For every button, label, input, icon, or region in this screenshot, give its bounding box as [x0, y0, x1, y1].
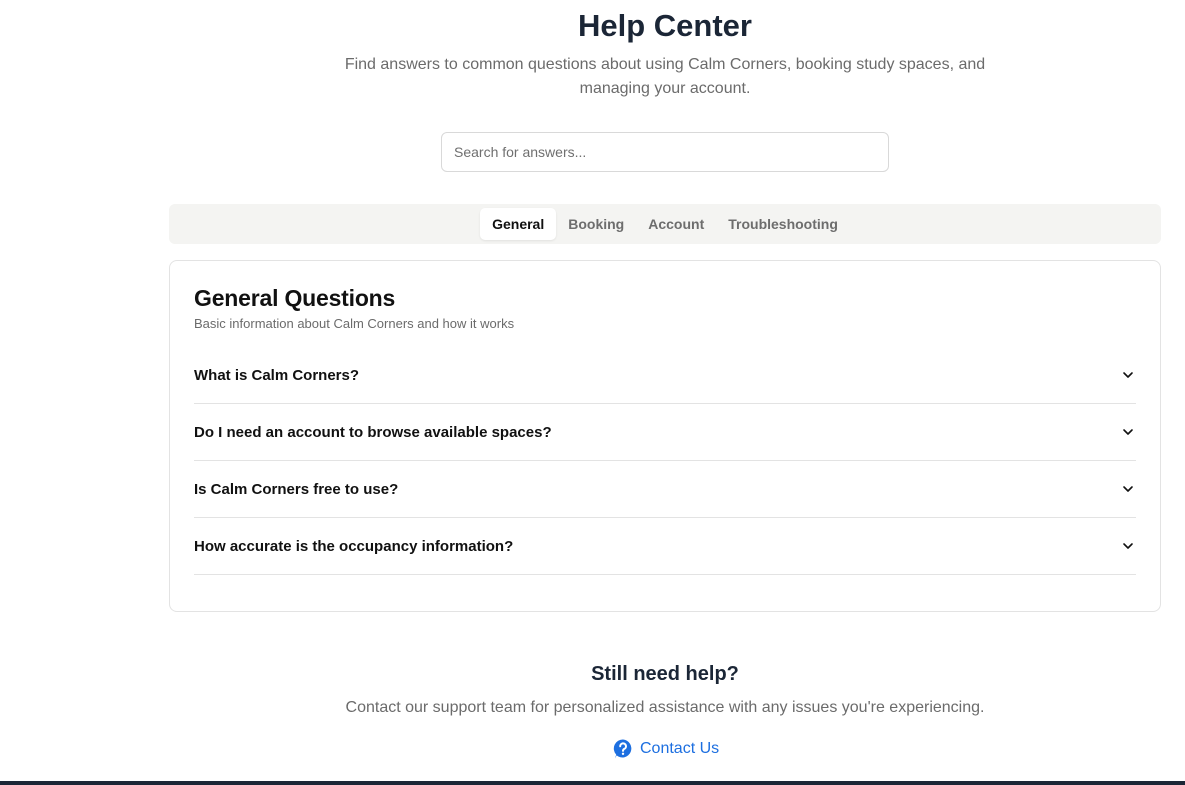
- chevron-down-icon[interactable]: [1120, 481, 1136, 497]
- page-title: Help Center: [578, 8, 752, 43]
- contact-us-link[interactable]: Contact Us: [612, 737, 719, 761]
- tab-general[interactable]: General: [480, 208, 557, 240]
- faq-item-need-account[interactable]: Do I need an account to browse available…: [194, 404, 1136, 461]
- help-circle-icon: [612, 738, 634, 760]
- tab-account[interactable]: Account: [636, 208, 716, 240]
- still-need-help-description: Contact our support team for personalize…: [345, 699, 985, 716]
- faq-question: How accurate is the occupancy informatio…: [194, 537, 514, 555]
- bottom-border: [0, 781, 1185, 785]
- search-input[interactable]: [454, 144, 876, 160]
- help-center-page: Help Center Find answers to common quest…: [0, 0, 1185, 785]
- faq-card: General Questions Basic information abou…: [169, 260, 1161, 612]
- faq-list: What is Calm Corners? Do I need an accou…: [194, 347, 1136, 575]
- section-title: General Questions: [194, 285, 396, 311]
- section-description: Basic information about Calm Corners and…: [194, 316, 515, 331]
- faq-question: Do I need an account to browse available…: [194, 423, 552, 441]
- still-need-help-title: Still need help?: [591, 663, 739, 685]
- faq-item-free-to-use[interactable]: Is Calm Corners free to use?: [194, 461, 1136, 518]
- faq-question: What is Calm Corners?: [194, 366, 360, 384]
- chevron-down-icon[interactable]: [1120, 367, 1136, 383]
- chevron-down-icon[interactable]: [1120, 424, 1136, 440]
- tab-booking[interactable]: Booking: [556, 208, 636, 240]
- page-subtitle: Find answers to common questions about u…: [344, 56, 986, 97]
- category-tabs: General Booking Account Troubleshooting: [169, 204, 1161, 244]
- faq-item-occupancy-accuracy[interactable]: How accurate is the occupancy informatio…: [194, 518, 1136, 575]
- search-box[interactable]: [441, 132, 889, 172]
- faq-question: Is Calm Corners free to use?: [194, 480, 399, 498]
- chevron-down-icon[interactable]: [1120, 538, 1136, 554]
- faq-item-what-is-calm-corners[interactable]: What is Calm Corners?: [194, 347, 1136, 404]
- contact-us-label: Contact Us: [640, 740, 720, 757]
- tab-troubleshooting[interactable]: Troubleshooting: [716, 208, 850, 240]
